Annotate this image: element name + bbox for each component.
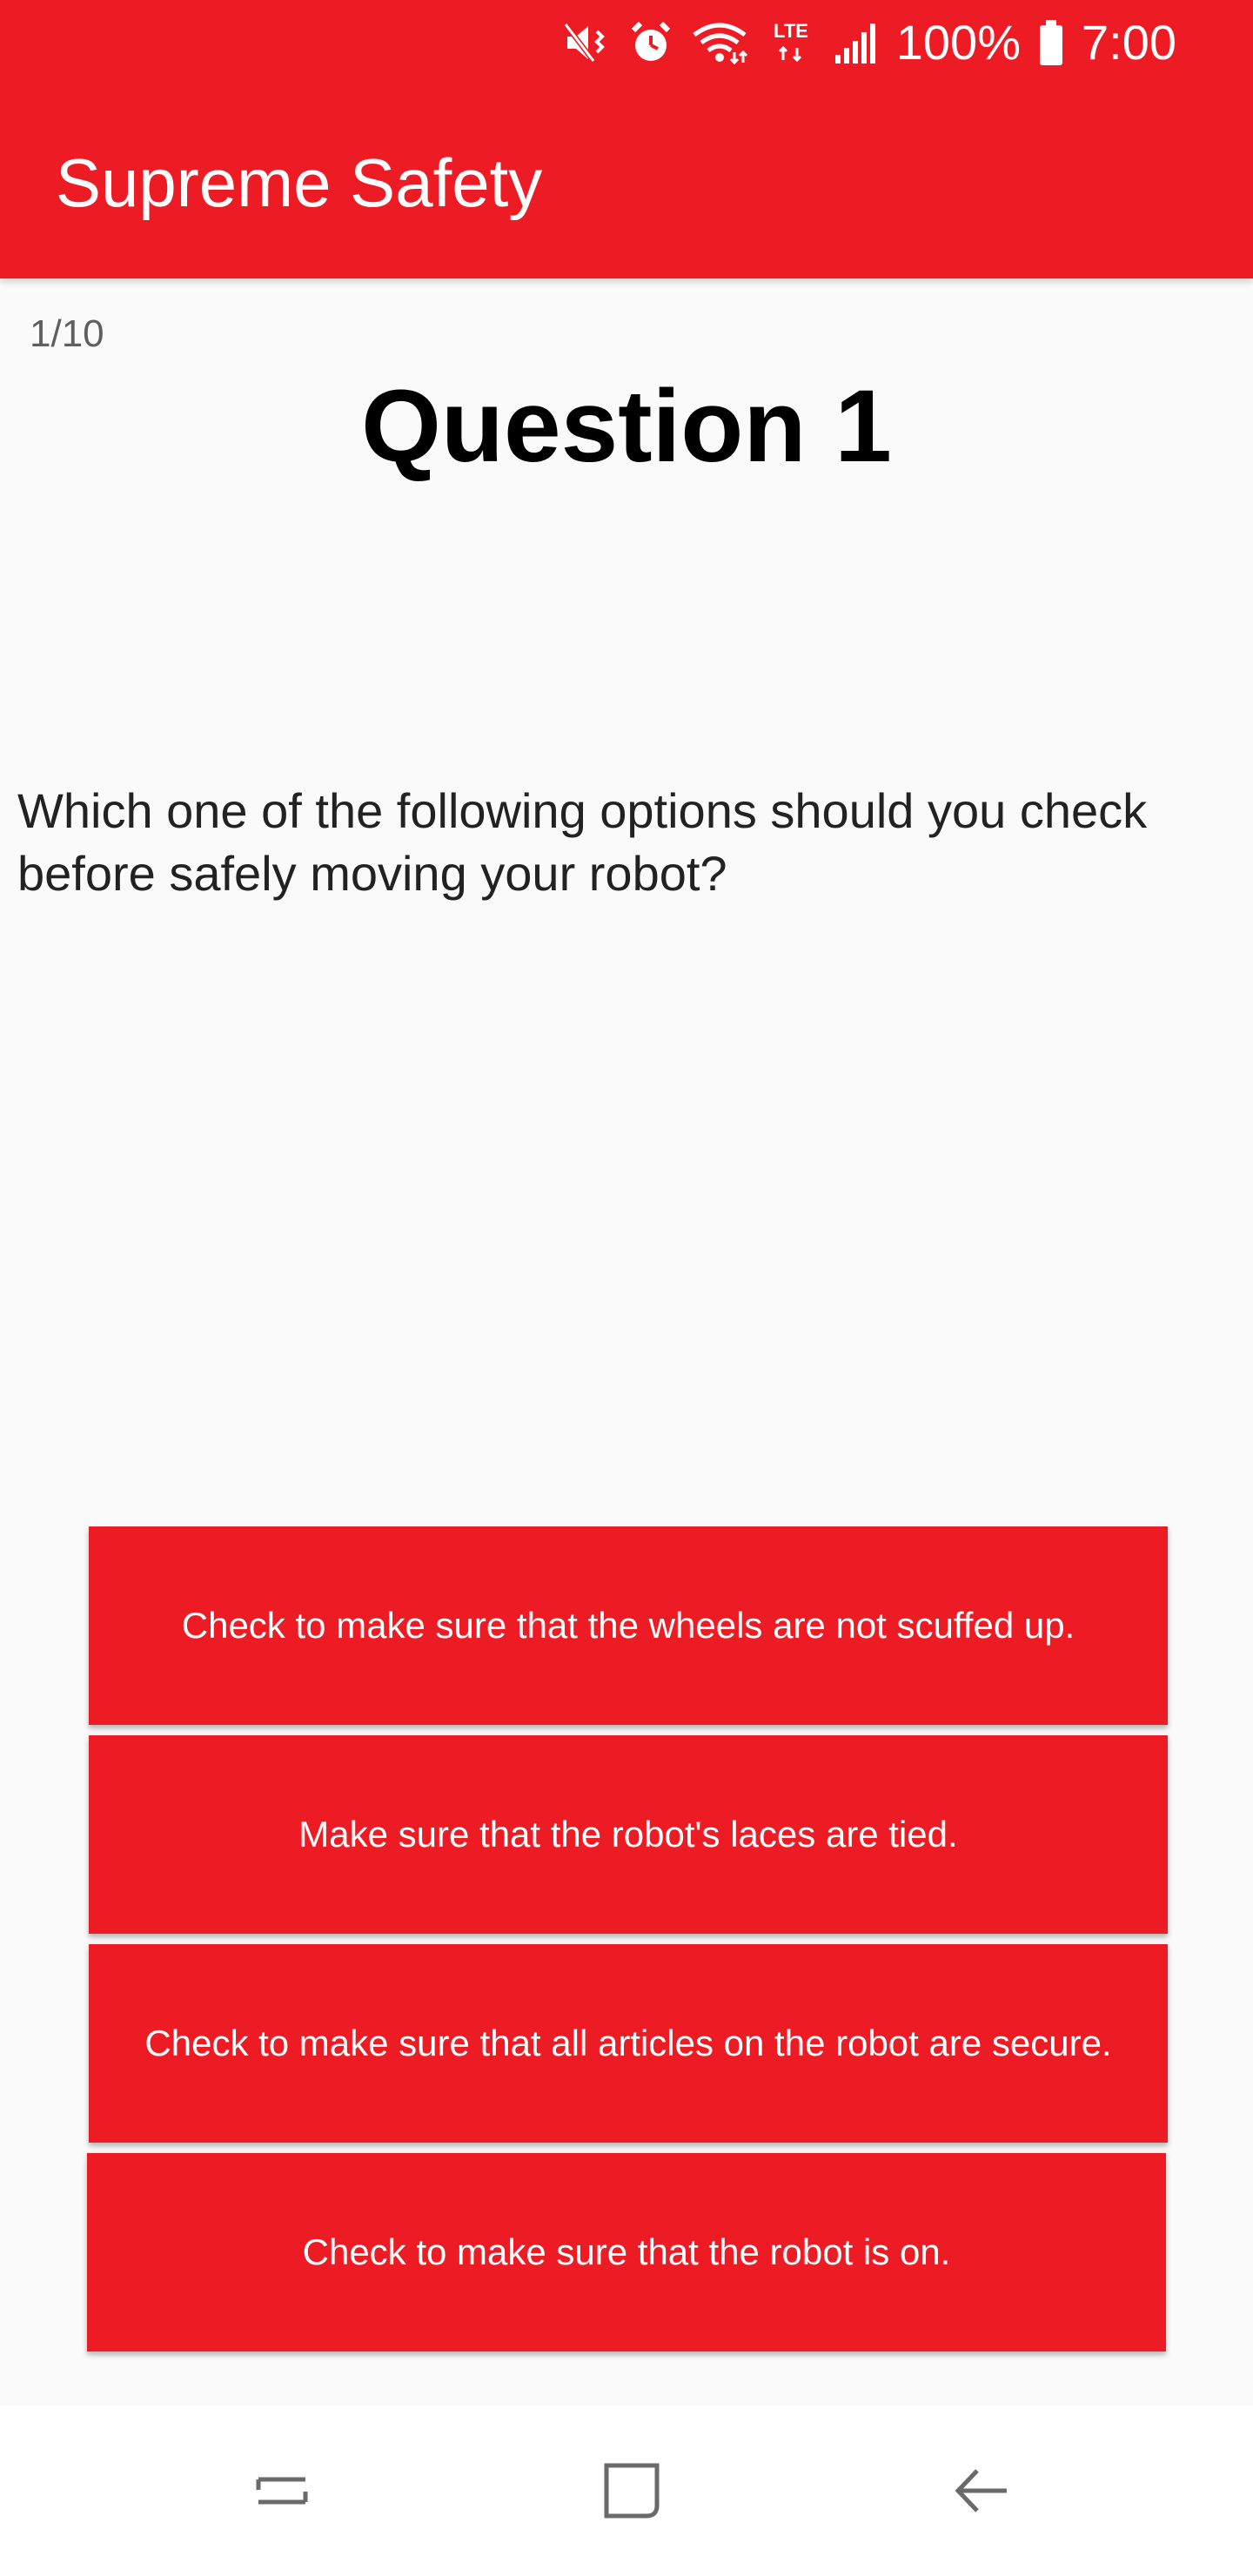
answer-button-2[interactable]: Make sure that the robot's laces are tie…: [89, 1735, 1168, 1934]
recent-apps-button[interactable]: [230, 2440, 334, 2545]
answer-button-3[interactable]: Check to make sure that all articles on …: [89, 1944, 1168, 2143]
app-title: Supreme Safety: [56, 144, 543, 221]
question-text: Which one of the following options shoul…: [17, 783, 1148, 901]
battery-icon: [1038, 10, 1064, 75]
clock: 7:00: [1082, 15, 1176, 70]
question-progress: 1/10: [30, 312, 104, 355]
status-bar: LTE 100% 7:00: [563, 10, 1176, 75]
back-button[interactable]: [929, 2440, 1034, 2545]
wifi-icon: [691, 10, 748, 75]
back-icon: [951, 2460, 1012, 2526]
answer-button-4[interactable]: Check to make sure that the robot is on.: [87, 2153, 1166, 2351]
system-nav-bar: [0, 2405, 1253, 2576]
alarm-icon: [628, 10, 673, 75]
lte-icon: LTE: [766, 10, 816, 75]
signal-icon: [834, 10, 879, 75]
battery-percent: 100%: [895, 15, 1021, 70]
app-header: LTE 100% 7:00 Supreme Safety: [0, 0, 1253, 278]
svg-text:LTE: LTE: [774, 20, 808, 42]
recent-apps-icon: [251, 2460, 312, 2526]
question-title: Question 1: [361, 369, 892, 484]
mute-icon: [563, 10, 611, 75]
answer-button-1[interactable]: Check to make sure that the wheels are n…: [89, 1526, 1168, 1725]
home-button[interactable]: [580, 2440, 684, 2545]
home-icon: [601, 2460, 662, 2526]
